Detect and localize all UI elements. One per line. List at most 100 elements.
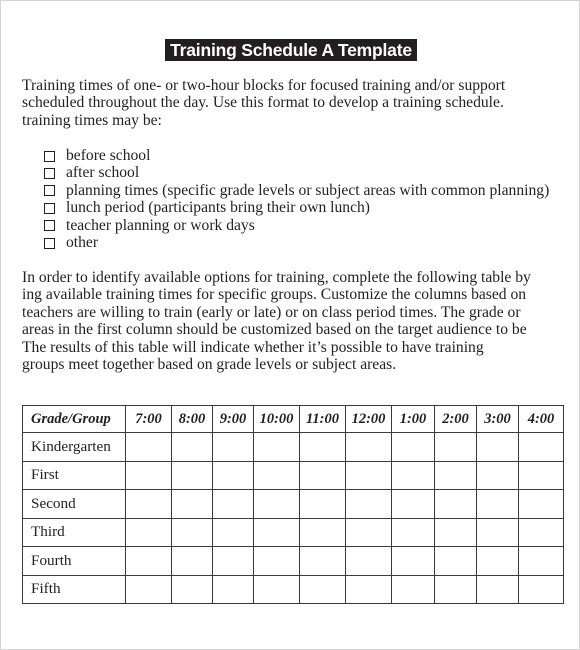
schedule-cell[interactable] [518,517,564,547]
schedule-cell[interactable] [391,546,435,576]
schedule-cell[interactable] [391,574,435,604]
schedule-cell[interactable] [212,574,254,604]
schedule-cell[interactable] [253,546,300,576]
header-time-slot: 2:00 [434,405,477,433]
title-container: Training Schedule A Template [1,39,580,61]
schedule-cell[interactable] [345,546,392,576]
header-grade-group: Grade/Group [22,405,126,433]
option-label: after school [66,164,140,182]
checkbox-icon[interactable] [44,150,55,162]
option-item: lunch period (participants bring their o… [44,199,549,216]
checkbox-icon[interactable] [44,202,55,214]
option-label: planning times (specific grade levels or… [66,181,550,199]
schedule-cell[interactable] [125,517,172,547]
explanation-paragraph: In order to identify available options f… [22,269,531,373]
option-label: teacher planning or work days [66,216,255,234]
schedule-cell[interactable] [125,546,172,576]
explain-line: ing available training times for specifi… [22,286,527,304]
schedule-cell[interactable] [476,460,519,490]
schedule-cell[interactable] [518,432,564,462]
schedule-cell[interactable] [518,546,564,576]
schedule-cell[interactable] [476,574,519,604]
schedule-cell[interactable] [345,489,392,519]
schedule-cell[interactable] [476,517,519,547]
schedule-cell[interactable] [434,546,477,576]
schedule-cell[interactable] [125,489,172,519]
schedule-cell[interactable] [299,574,346,604]
schedule-cell[interactable] [345,460,392,490]
schedule-cell[interactable] [299,432,346,462]
header-time-slot: 10:00 [253,405,300,433]
checkbox-icon[interactable] [44,168,55,180]
schedule-cell[interactable] [391,432,435,462]
schedule-cell[interactable] [299,489,346,519]
table-body: Kindergarten First Second Third Fourth Fifth [22,432,564,604]
schedule-cell[interactable] [253,517,300,547]
schedule-cell[interactable] [171,460,213,490]
row-label-grade: Fifth [22,574,126,604]
schedule-cell[interactable] [476,432,519,462]
schedule-cell[interactable] [434,489,477,519]
schedule-cell[interactable] [171,432,213,462]
schedule-cell[interactable] [345,432,392,462]
row-label-grade: Kindergarten [22,432,126,462]
checkbox-icon[interactable] [44,220,55,232]
checkbox-icon[interactable] [44,237,55,249]
schedule-cell[interactable] [212,489,254,519]
explain-line: teachers are willing to train (early or … [22,303,521,321]
schedule-cell[interactable] [434,517,477,547]
table-row: Third [22,517,564,547]
option-item: before school [44,147,549,164]
schedule-cell[interactable] [253,432,300,462]
schedule-cell[interactable] [253,460,300,490]
schedule-cell[interactable] [299,460,346,490]
explain-line: In order to identify available options f… [22,269,531,286]
header-time-slot: 1:00 [391,405,435,433]
schedule-cell[interactable] [345,574,392,604]
schedule-cell[interactable] [476,546,519,576]
option-label: lunch period (participants bring their o… [66,199,370,217]
option-label: other [66,233,99,251]
schedule-cell[interactable] [253,574,300,604]
row-label-grade: First [22,460,126,490]
schedule-cell[interactable] [518,574,564,604]
schedule-cell[interactable] [125,574,172,604]
schedule-cell[interactable] [212,517,254,547]
row-label-grade: Fourth [22,546,126,576]
schedule-cell[interactable] [212,432,254,462]
schedule-cell[interactable] [212,460,254,490]
table-header-row: Grade/Group 7:00 8:00 9:00 10:00 11:00 12:00 1… [22,405,564,433]
schedule-cell[interactable] [212,546,254,576]
schedule-cell[interactable] [171,546,213,576]
schedule-cell[interactable] [476,489,519,519]
header-time-slot: 7:00 [125,405,172,433]
checkbox-icon[interactable] [44,185,55,197]
schedule-cell[interactable] [518,489,564,519]
schedule-cell[interactable] [518,460,564,490]
row-label-grade: Third [22,517,126,547]
header-time-slot: 11:00 [299,405,346,433]
table-row: Kindergarten [22,432,564,462]
schedule-cell[interactable] [171,574,213,604]
training-options-list: before school after school planning time… [44,147,549,251]
schedule-cell[interactable] [253,489,300,519]
schedule-cell[interactable] [434,574,477,604]
option-item: planning times (specific grade levels or… [44,182,549,199]
schedule-cell[interactable] [434,460,477,490]
schedule-cell[interactable] [391,489,435,519]
schedule-cell[interactable] [125,432,172,462]
explain-line: areas in the first column should be cust… [22,321,527,339]
schedule-cell[interactable] [299,546,346,576]
schedule-cell[interactable] [171,517,213,547]
schedule-cell[interactable] [171,489,213,519]
schedule-cell[interactable] [299,517,346,547]
table-row: Fourth [22,546,564,576]
schedule-cell[interactable] [391,517,435,547]
option-label: before school [66,147,151,164]
schedule-cell[interactable] [345,517,392,547]
row-label-grade: Second [22,489,126,519]
schedule-cell[interactable] [125,460,172,490]
schedule-cell[interactable] [434,432,477,462]
schedule-cell[interactable] [391,460,435,490]
explain-line: The results of this table will indicate … [22,338,484,356]
